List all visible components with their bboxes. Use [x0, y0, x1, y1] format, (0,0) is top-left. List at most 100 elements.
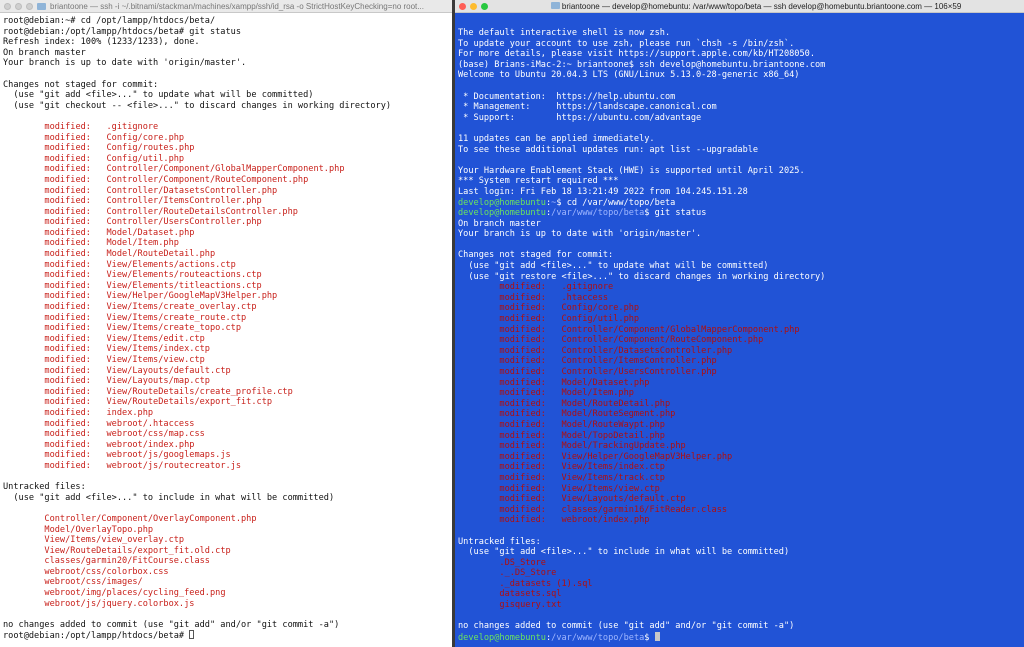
terminal-text: modified: Model/RouteDetail.php — [458, 398, 671, 409]
terminal-text: modified: View/Items/create_topo.ctp — [3, 323, 242, 334]
terminal-line: modified: View/Elements/titleactions.ctp — [3, 281, 452, 292]
terminal-text: modified: webroot/css/map.css — [3, 429, 205, 440]
terminal-text: Changes not staged for commit: — [3, 79, 159, 90]
prompt-path: /var/www/topo/beta — [551, 208, 645, 219]
terminal-line: modified: View/RouteDetails/create_profi… — [3, 387, 452, 398]
right-terminal-output[interactable]: The default interactive shell is now zsh… — [455, 13, 1024, 643]
terminal-text: Untracked files: — [3, 482, 86, 493]
terminal-text: To see these additional updates run: apt… — [458, 144, 759, 155]
terminal-line: modified: Controller/Component/GlobalMap… — [458, 325, 1024, 336]
terminal-text: modified: View/Elements/routeactions.ctp — [3, 270, 262, 281]
terminal-line: View/RouteDetails/export_fit.old.ctp — [3, 546, 452, 557]
terminal-line: modified: View/Items/track.ctp — [458, 473, 1024, 484]
terminal-line: no changes added to commit (use "git add… — [458, 621, 1024, 632]
terminal-line: On branch master — [458, 219, 1024, 230]
terminal-line: (use "git add <file>..." to include in w… — [458, 547, 1024, 558]
terminal-text: modified: View/Items/create_route.ctp — [3, 312, 247, 323]
terminal-text: modified: Config/routes.php — [3, 143, 195, 154]
terminal-text: modified: Controller/UsersController.php — [3, 217, 262, 228]
left-titlebar[interactable]: briantoone — ssh -i ~/.bitnami/stackman/… — [0, 0, 452, 13]
terminal-text: modified: View/RouteDetails/create_profi… — [3, 386, 293, 397]
terminal-text: modified: .gitignore — [458, 282, 614, 293]
terminal-line: modified: Model/TrackingUpdate.php — [458, 441, 1024, 452]
terminal-text: Controller/Component/OverlayComponent.ph… — [3, 513, 257, 524]
terminal-text: To update your account to use zsh, pleas… — [458, 38, 795, 49]
terminal-line: modified: Controller/ItemsController.php — [458, 356, 1024, 367]
right-titlebar[interactable]: briantoone — develop@homebuntu: /var/www… — [455, 0, 1024, 13]
terminal-text: modified: .htaccess — [458, 292, 609, 303]
terminal-text: modified: webroot/js/routecreator.js — [3, 460, 242, 471]
terminal-line: modified: Model/RouteDetail.php — [458, 399, 1024, 410]
terminal-line: modified: Model/Item.php — [458, 388, 1024, 399]
terminal-line: modified: Controller/UsersController.php — [458, 367, 1024, 378]
left-terminal-output[interactable]: root@debian:~# cd /opt/lampp/htdocs/beta… — [0, 13, 452, 641]
terminal-text: modified: webroot/.htaccess — [3, 418, 195, 429]
terminal-line: modified: View/Layouts/map.ctp — [3, 376, 452, 387]
terminal-text: 11 updates can be applied immediately. — [458, 133, 655, 144]
terminal-line: modified: Config/core.php — [3, 133, 452, 144]
terminal-text: modified: classes/garmin16/FitReader.cla… — [458, 504, 728, 515]
terminal-line: modified: View/Items/view.ctp — [3, 355, 452, 366]
left-window-title: briantoone — ssh -i ~/.bitnami/stackman/… — [50, 1, 424, 11]
terminal-line: modified: webroot/js/routecreator.js — [3, 461, 452, 472]
cursor-icon — [189, 630, 195, 640]
terminal-line: modified: Model/Dataset.php — [3, 228, 452, 239]
terminal-line: modified: View/Items/create_topo.ctp — [3, 323, 452, 334]
terminal-line: Controller/Component/OverlayComponent.ph… — [3, 514, 452, 525]
terminal-text: On branch master — [458, 218, 541, 229]
terminal-text: modified: Model/TrackingUpdate.php — [458, 441, 686, 452]
terminal-line: ._.DS_Store — [458, 568, 1024, 579]
terminal-line: modified: Model/TopoDetail.php — [458, 431, 1024, 442]
close-icon[interactable] — [4, 2, 11, 10]
prompt-path: /var/www/topo/beta — [551, 632, 645, 643]
terminal-line: webroot/css/images/ — [3, 577, 452, 588]
terminal-text: * Support: https://ubuntu.com/advantage — [458, 112, 702, 123]
terminal-line: 11 updates can be applied immediately. — [458, 134, 1024, 145]
terminal-text: Welcome to Ubuntu 20.04.3 LTS (GNU/Linux… — [458, 70, 800, 81]
close-icon[interactable] — [459, 2, 466, 10]
terminal-text: (use "git add <file>..." to update what … — [3, 90, 314, 101]
right-window-title: briantoone — develop@homebuntu: /var/www… — [492, 1, 1020, 11]
minimize-icon[interactable] — [15, 2, 22, 10]
terminal-text: $ — [644, 632, 655, 643]
terminal-line: gisquery.txt — [458, 600, 1024, 611]
terminal-line: develop@homebuntu:/var/www/topo/beta$ — [458, 631, 1024, 643]
folder-icon — [37, 2, 46, 10]
terminal-text: View/RouteDetails/export_fit.old.ctp — [3, 545, 231, 556]
right-terminal-window[interactable]: briantoone — develop@homebuntu: /var/www… — [455, 0, 1024, 647]
terminal-line: modified: Model/RouteWaypt.php — [458, 420, 1024, 431]
terminal-line: (use "git checkout -- <file>..." to disc… — [3, 101, 452, 112]
terminal-line: modified: View/Items/index.ctp — [3, 344, 452, 355]
terminal-line: modified: View/Items/edit.ctp — [3, 334, 452, 345]
terminal-line: modified: Controller/Component/GlobalMap… — [3, 164, 452, 175]
terminal-line: modified: webroot/js/googlemaps.js — [3, 450, 452, 461]
left-terminal-window[interactable]: briantoone — ssh -i ~/.bitnami/stackman/… — [0, 0, 452, 647]
terminal-text: .DS_Store — [458, 557, 546, 568]
terminal-text: * Management: https://landscape.canonica… — [458, 102, 717, 113]
terminal-text: (base) Brians-iMac-2:~ briantoone$ ssh d… — [458, 59, 826, 70]
terminal-text: (use "git restore <file>..." to discard … — [458, 271, 826, 282]
terminal-text: modified: Model/Dataset.php — [458, 377, 650, 388]
terminal-text: modified: Controller/Component/RouteComp… — [458, 335, 764, 346]
terminal-text: modified: View/Layouts/map.ctp — [3, 376, 210, 387]
terminal-text: Last login: Fri Feb 18 13:21:49 2022 fro… — [458, 186, 748, 197]
terminal-line: Refresh index: 100% (1233/1233), done. — [3, 37, 452, 48]
terminal-text: modified: View/Elements/titleactions.ctp — [3, 280, 262, 291]
terminal-line: View/Items/view_overlay.ctp — [3, 535, 452, 546]
terminal-text: modified: Config/core.php — [458, 303, 640, 314]
terminal-text: The default interactive shell is now zsh… — [458, 28, 671, 38]
minimize-icon[interactable] — [470, 2, 477, 10]
terminal-text: View/Items/view_overlay.ctp — [3, 535, 185, 546]
terminal-line: * Management: https://landscape.canonica… — [458, 102, 1024, 113]
terminal-text: modified: View/Layouts/default.ctp — [3, 365, 231, 376]
right-window-title-text: briantoone — develop@homebuntu: /var/www… — [561, 1, 962, 11]
terminal-text: datasets.sql — [458, 589, 562, 600]
terminal-line: Untracked files: — [3, 482, 452, 493]
terminal-line: .DS_Store — [458, 558, 1024, 569]
zoom-icon[interactable] — [481, 2, 488, 10]
terminal-line: *** System restart required *** — [458, 176, 1024, 187]
zoom-icon[interactable] — [26, 2, 33, 10]
